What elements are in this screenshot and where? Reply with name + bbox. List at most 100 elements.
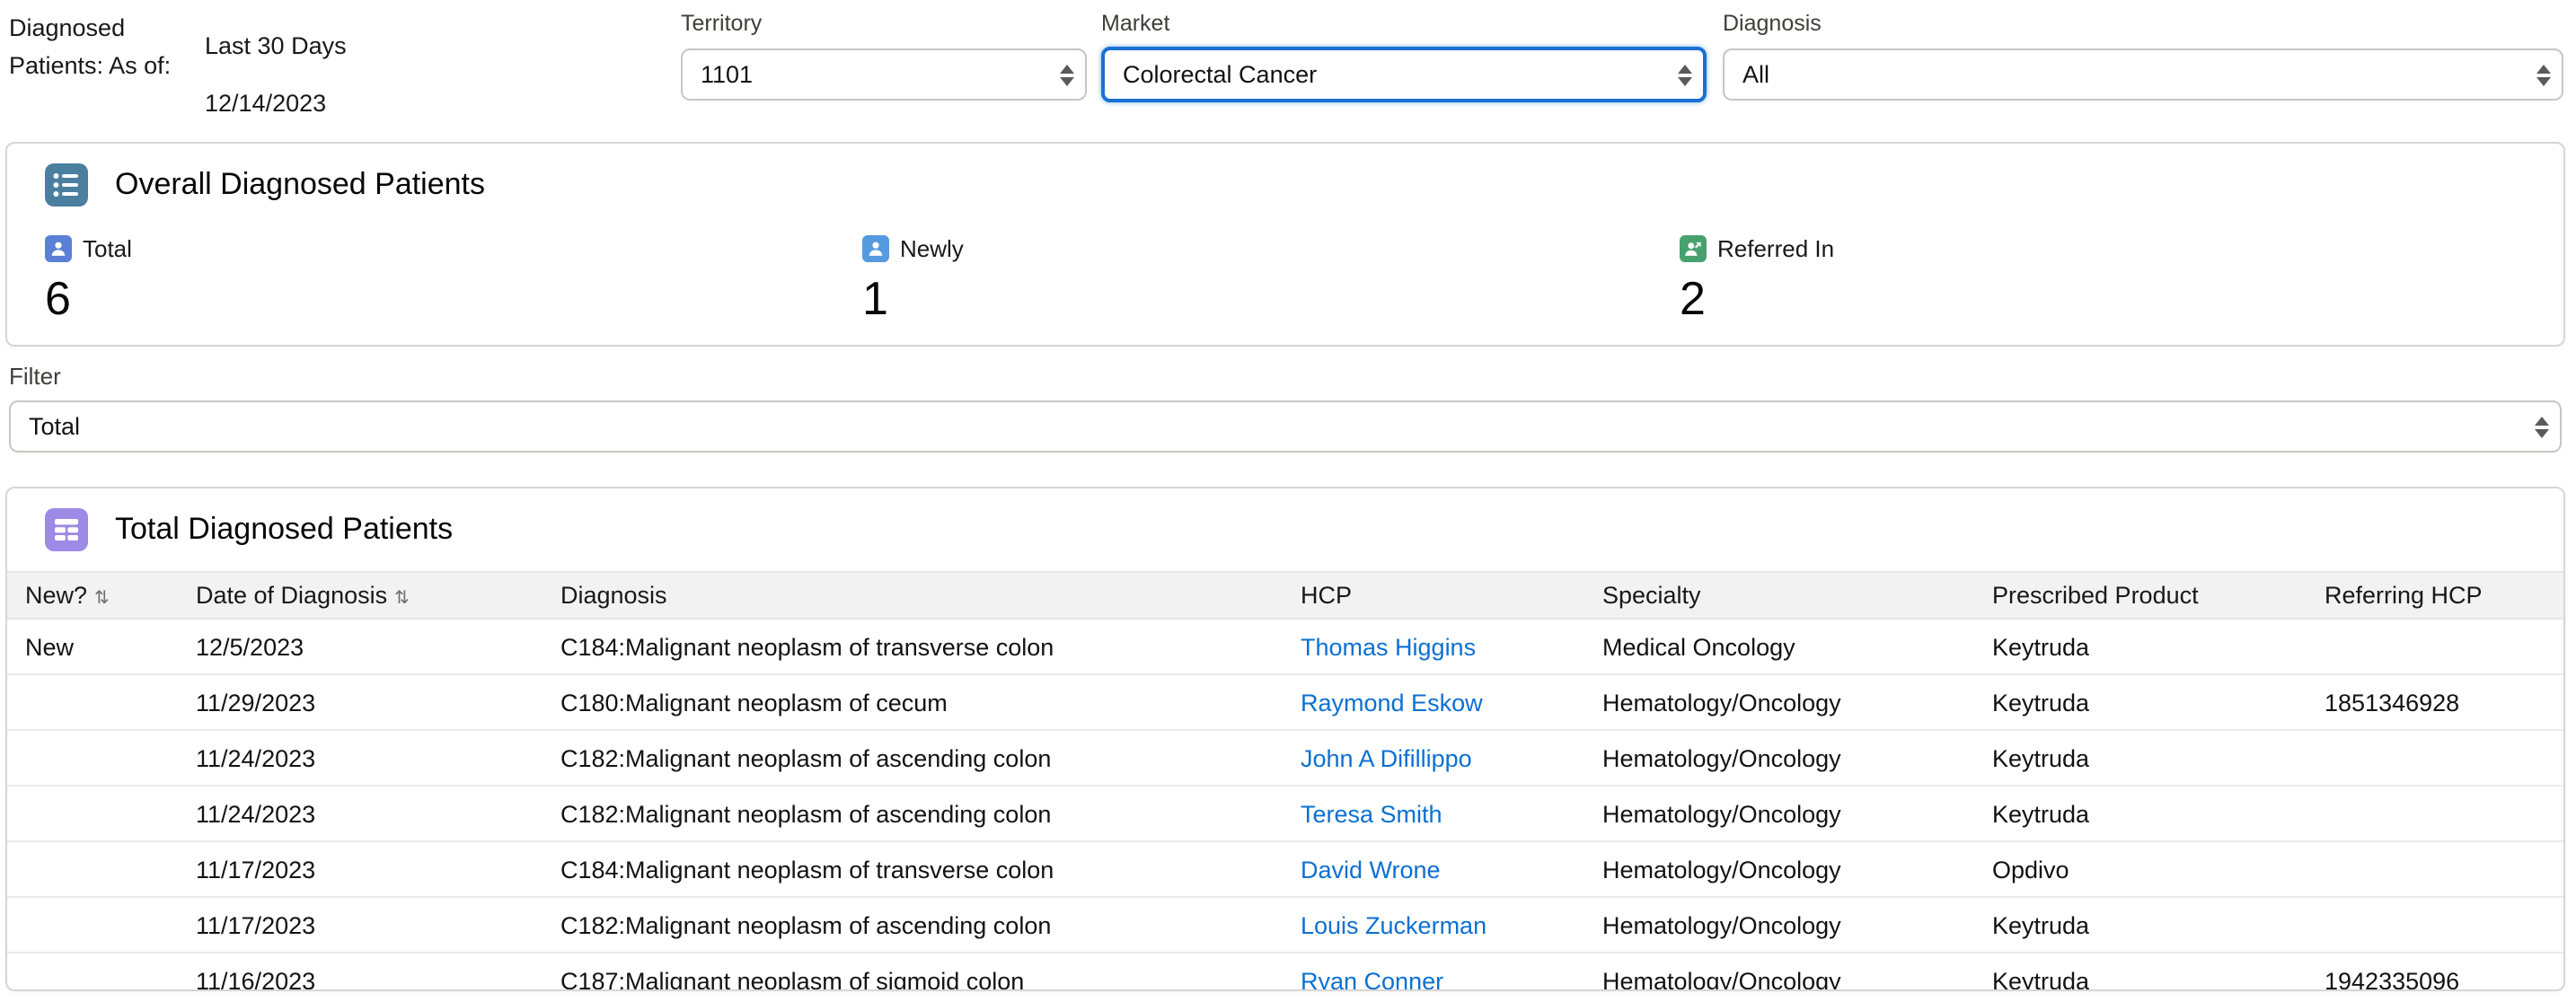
- hcp-link[interactable]: Thomas Higgins: [1301, 633, 1476, 660]
- cell-date-of-diagnosis: 12/5/2023: [178, 619, 543, 674]
- territory-label: Territory: [681, 11, 1087, 36]
- card-header: Total Diagnosed Patients: [7, 488, 2563, 551]
- col-hcp[interactable]: HCP: [1283, 572, 1584, 619]
- cell-date-of-diagnosis: 11/24/2023: [178, 786, 543, 841]
- new-patient-icon: [862, 235, 889, 262]
- table-row: New12/5/2023C184:Malignant neoplasm of t…: [7, 619, 2563, 674]
- hcp-link[interactable]: Teresa Smith: [1301, 800, 1442, 827]
- diagnosis-select[interactable]: All: [1723, 48, 2563, 101]
- as-of-values: Last 30 Days 12/14/2023: [205, 9, 347, 122]
- kpi-newly: Newly 1: [862, 235, 1680, 327]
- table-body: New12/5/2023C184:Malignant neoplasm of t…: [7, 619, 2563, 991]
- kpi-referred-value: 2: [1680, 271, 2497, 327]
- kpi-total-label: Total: [83, 235, 132, 262]
- market-label: Market: [1101, 11, 1707, 36]
- as-of-text: As of:: [109, 52, 171, 79]
- market-selected-value: Colorectal Cancer: [1123, 61, 1317, 88]
- col-specialty[interactable]: Specialty: [1584, 572, 1974, 619]
- cell-new: [7, 786, 178, 841]
- cell-new: [7, 897, 178, 953]
- col-diagnosis[interactable]: Diagnosis: [543, 572, 1283, 619]
- cell-prescribed-product: Opdivo: [1974, 841, 2307, 897]
- as-of-date-value: 12/14/2023: [205, 84, 347, 122]
- cell-hcp: Raymond Eskow: [1283, 674, 1584, 730]
- diagnosis-filter: Diagnosis All: [1723, 11, 2563, 101]
- cell-specialty: Hematology/Oncology: [1584, 897, 1974, 953]
- filter-section: Filter Total: [9, 363, 2562, 453]
- market-filter: Market Colorectal Cancer: [1101, 11, 1707, 102]
- patients-label: Diagnosed Patients:: [9, 14, 125, 79]
- col-date-label: Date of Diagnosis: [196, 582, 387, 609]
- table-header-row: New?⇅ Date of Diagnosis⇅ Diagnosis HCP S…: [7, 572, 2563, 619]
- cell-prescribed-product: Keytruda: [1974, 619, 2307, 674]
- top-bar: Diagnosed Patients: As of: Last 30 Days …: [0, 0, 2576, 142]
- territory-selected-value: 1101: [701, 61, 753, 88]
- cell-specialty: Hematology/Oncology: [1584, 730, 1974, 786]
- filter-selected-value: Total: [29, 413, 80, 440]
- table-row: 11/17/2023C182:Malignant neoplasm of asc…: [7, 897, 2563, 953]
- hcp-link[interactable]: Ryan Conner: [1301, 967, 1443, 991]
- cell-prescribed-product: Keytruda: [1974, 786, 2307, 841]
- hcp-link[interactable]: Raymond Eskow: [1301, 689, 1483, 716]
- period-value: Last 30 Days: [205, 27, 347, 65]
- overall-diagnosed-patients-card: Overall Diagnosed Patients Total 6 Newly: [5, 142, 2565, 347]
- cell-new: New: [7, 619, 178, 674]
- cell-diagnosis: C182:Malignant neoplasm of ascending col…: [543, 730, 1283, 786]
- cell-prescribed-product: Keytruda: [1974, 953, 2307, 991]
- table-row: 11/16/2023C187:Malignant neoplasm of sig…: [7, 953, 2563, 991]
- cell-new: [7, 730, 178, 786]
- sort-icon: ⇅: [94, 589, 110, 609]
- cell-diagnosis: C184:Malignant neoplasm of transverse co…: [543, 619, 1283, 674]
- referred-in-icon: [1680, 235, 1707, 262]
- cell-hcp: Ryan Conner: [1283, 953, 1584, 991]
- table-row: 11/24/2023C182:Malignant neoplasm of asc…: [7, 786, 2563, 841]
- card-header: Overall Diagnosed Patients: [7, 144, 2563, 207]
- select-stepper-icon: [2535, 416, 2549, 437]
- market-select[interactable]: Colorectal Cancer: [1101, 47, 1707, 102]
- cell-hcp: Louis Zuckerman: [1283, 897, 1584, 953]
- col-date-of-diagnosis[interactable]: Date of Diagnosis⇅: [178, 572, 543, 619]
- col-referring-hcp[interactable]: Referring HCP: [2307, 572, 2563, 619]
- diagnosis-label: Diagnosis: [1723, 11, 2563, 36]
- select-stepper-icon: [2536, 64, 2551, 85]
- metrics-icon: [45, 163, 88, 207]
- cell-date-of-diagnosis: 11/24/2023: [178, 730, 543, 786]
- hcp-link[interactable]: Louis Zuckerman: [1301, 911, 1486, 938]
- cell-prescribed-product: Keytruda: [1974, 730, 2307, 786]
- cell-specialty: Hematology/Oncology: [1584, 674, 1974, 730]
- hcp-link[interactable]: David Wrone: [1301, 856, 1441, 883]
- cell-prescribed-product: Keytruda: [1974, 897, 2307, 953]
- cell-specialty: Hematology/Oncology: [1584, 841, 1974, 897]
- filter-label: Filter: [9, 363, 2562, 390]
- overall-card-title: Overall Diagnosed Patients: [115, 167, 485, 203]
- cell-diagnosis: C184:Malignant neoplasm of transverse co…: [543, 841, 1283, 897]
- cell-date-of-diagnosis: 11/16/2023: [178, 953, 543, 991]
- cell-diagnosis: C180:Malignant neoplasm of cecum: [543, 674, 1283, 730]
- kpi-referred-in: Referred In 2: [1680, 235, 2497, 327]
- kpi-total: Total 6: [45, 235, 862, 327]
- cell-referring-hcp: [2307, 730, 2563, 786]
- col-new[interactable]: New?⇅: [7, 572, 178, 619]
- as-of-label: Diagnosed Patients: As of:: [9, 9, 183, 122]
- cell-diagnosis: C182:Malignant neoplasm of ascending col…: [543, 786, 1283, 841]
- cell-specialty: Medical Oncology: [1584, 619, 1974, 674]
- kpi-newly-label: Newly: [900, 235, 964, 262]
- filter-select[interactable]: Total: [9, 400, 2562, 453]
- select-stepper-icon: [1060, 64, 1074, 85]
- territory-select[interactable]: 1101: [681, 48, 1087, 101]
- col-prescribed-product[interactable]: Prescribed Product: [1974, 572, 2307, 619]
- as-of-block: Diagnosed Patients: As of: Last 30 Days …: [9, 9, 347, 122]
- cell-referring-hcp: [2307, 841, 2563, 897]
- hcp-link[interactable]: John A Difillippo: [1301, 744, 1472, 771]
- table-row: 11/24/2023C182:Malignant neoplasm of asc…: [7, 730, 2563, 786]
- dashboard: Diagnosed Patients: As of: Last 30 Days …: [0, 0, 2576, 1002]
- kpi-row: Total 6 Newly 1 Referred In: [7, 207, 2563, 327]
- cell-hcp: John A Difillippo: [1283, 730, 1584, 786]
- table-card-title: Total Diagnosed Patients: [115, 512, 453, 548]
- cell-prescribed-product: Keytruda: [1974, 674, 2307, 730]
- table-row: 11/17/2023C184:Malignant neoplasm of tra…: [7, 841, 2563, 897]
- cell-date-of-diagnosis: 11/17/2023: [178, 841, 543, 897]
- diagnosis-selected-value: All: [1742, 61, 1769, 88]
- cell-specialty: Hematology/Oncology: [1584, 786, 1974, 841]
- cell-diagnosis: C182:Malignant neoplasm of ascending col…: [543, 897, 1283, 953]
